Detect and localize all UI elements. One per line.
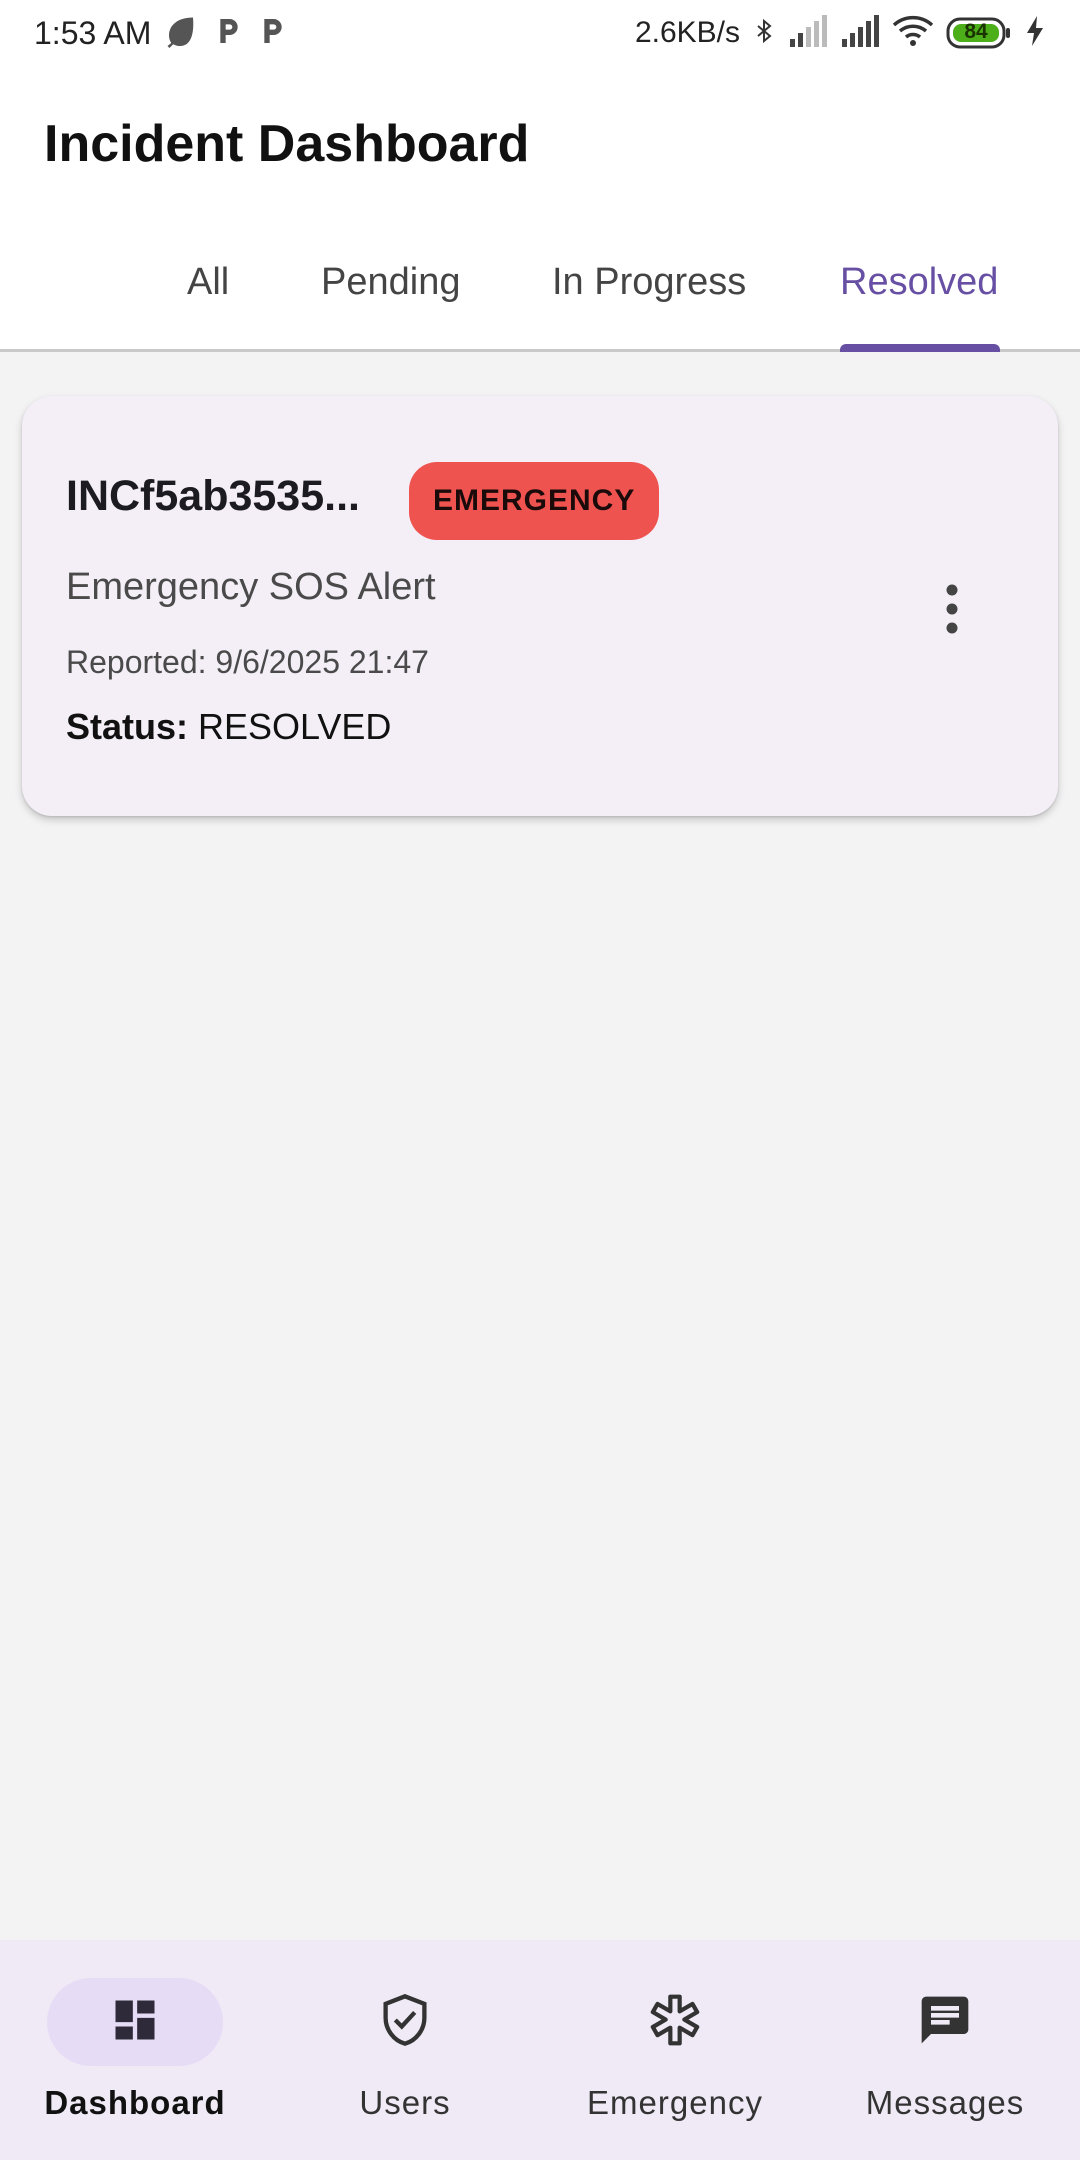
nav-icon-holder — [587, 1978, 763, 2066]
page-title: Incident Dashboard — [44, 115, 530, 173]
more-vert-icon — [944, 584, 960, 639]
incident-card[interactable]: INCf5ab3535... EMERGENCY Emergency SOS A… — [22, 396, 1058, 816]
nav-label-emergency: Emergency — [587, 2084, 763, 2121]
leaf-icon — [163, 13, 199, 54]
p-icon — [211, 13, 243, 54]
incident-title: Emergency SOS Alert — [66, 566, 436, 608]
wifi-icon — [892, 15, 934, 52]
battery-icon: 84 — [946, 17, 1012, 49]
p-icon — [255, 13, 287, 54]
tab-resolved[interactable]: Resolved — [840, 214, 998, 350]
nav-label-users: Users — [359, 2084, 451, 2121]
battery-level: 84 — [964, 20, 988, 43]
status-line: Status: RESOLVED — [66, 706, 391, 748]
tab-bar: All Pending In Progress Resolved — [0, 214, 1080, 352]
nav-icon-holder — [857, 1978, 1033, 2066]
medical-asterisk-icon — [647, 1992, 703, 2053]
severity-badge: EMERGENCY — [409, 462, 660, 540]
status-value: RESOLVED — [198, 706, 392, 747]
signal-icon — [840, 14, 880, 52]
tab-pending[interactable]: Pending — [321, 214, 460, 350]
nav-emergency[interactable]: Emergency — [540, 1940, 810, 2160]
tab-all[interactable]: All — [187, 214, 229, 350]
tab-in-progress[interactable]: In Progress — [552, 214, 746, 350]
status-time: 1:53 AM — [34, 14, 152, 51]
reported-timestamp: Reported: 9/6/2025 21:47 — [66, 644, 429, 680]
message-icon — [917, 1992, 973, 2053]
nav-icon-holder — [317, 1978, 493, 2066]
network-speed: 2.6KB/s — [634, 16, 740, 49]
nav-active-indicator — [47, 1978, 223, 2066]
incident-id: INCf5ab3535... — [66, 472, 360, 520]
bluetooth-icon — [752, 13, 776, 54]
nav-messages[interactable]: Messages — [810, 1940, 1080, 2160]
signal-icon — [788, 14, 828, 52]
status-bar: 1:53 AM 2.6KB/s 84 — [0, 0, 1080, 66]
shield-check-icon — [379, 1992, 431, 2053]
charging-icon — [1024, 15, 1046, 52]
nav-label-dashboard: Dashboard — [44, 2084, 226, 2121]
tab-indicator — [840, 344, 1000, 352]
nav-dashboard[interactable]: Dashboard — [0, 1940, 270, 2160]
nav-label-messages: Messages — [865, 2084, 1025, 2121]
bottom-nav: Dashboard Users Emergency Messages — [0, 1940, 1080, 2160]
dashboard-icon — [109, 1994, 161, 2051]
more-options-button[interactable] — [922, 576, 982, 646]
nav-users[interactable]: Users — [270, 1940, 540, 2160]
status-label: Status: — [66, 706, 189, 747]
